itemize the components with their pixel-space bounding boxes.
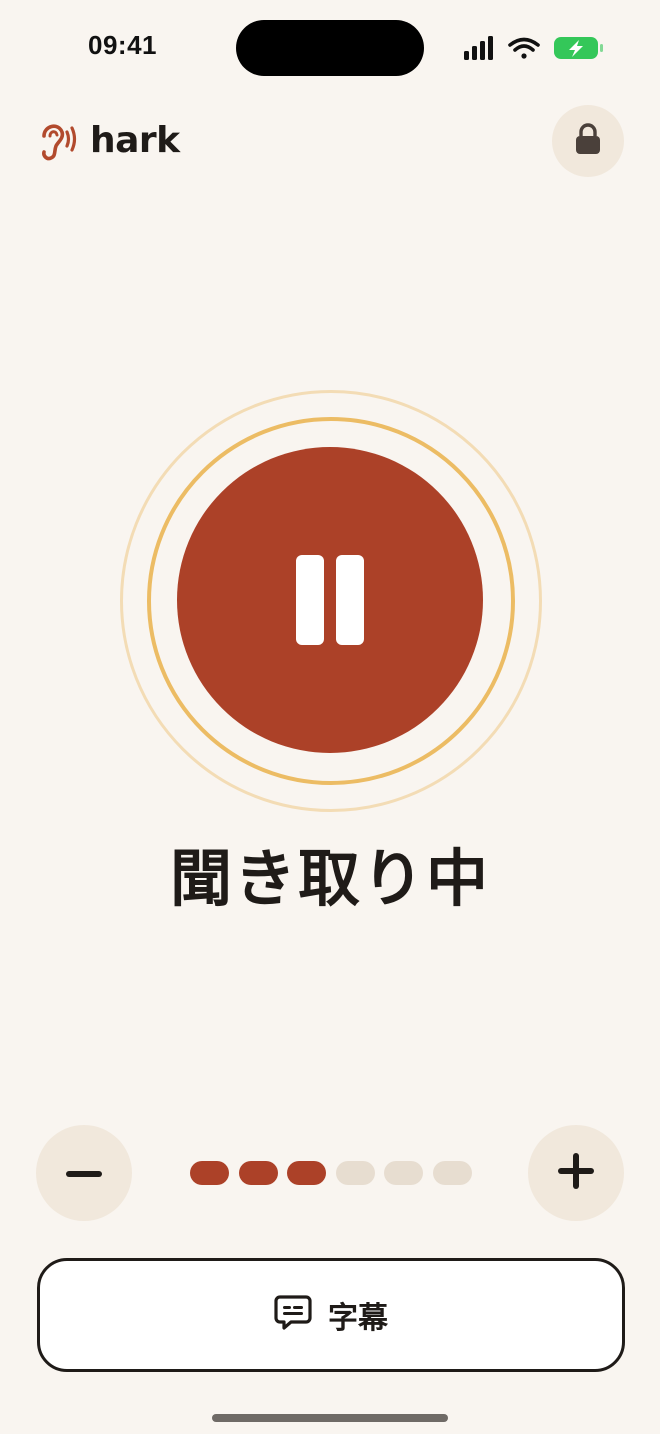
volume-up-button[interactable]: [528, 1125, 624, 1221]
volume-down-button[interactable]: [36, 1125, 132, 1221]
plus-icon: [558, 1153, 594, 1193]
battery-charging-icon: [554, 37, 603, 59]
app-name: hark: [90, 119, 180, 161]
volume-level-indicator: [190, 1161, 472, 1185]
status-time: 09:41: [88, 30, 157, 60]
listening-indicator: [120, 390, 542, 812]
lock-button[interactable]: [552, 105, 624, 177]
volume-level-segment: [335, 1161, 375, 1185]
minus-icon: [66, 1164, 102, 1183]
volume-level-segment: [384, 1161, 424, 1185]
volume-level-segment: [190, 1161, 229, 1185]
pause-bar-left: [296, 555, 324, 645]
pause-bar-right: [336, 555, 364, 645]
app-logo: hark: [38, 118, 180, 162]
volume-level-segment: [432, 1161, 472, 1185]
status-icons: [462, 34, 612, 64]
pause-button[interactable]: [177, 447, 483, 753]
home-indicator: [212, 1414, 448, 1422]
wifi-icon: [508, 37, 540, 59]
captions-label: 字幕: [328, 1301, 388, 1336]
caption-bubble-icon: [274, 1295, 312, 1335]
volume-level-segment: [287, 1161, 327, 1185]
listening-status-label: 聞き取り中: [169, 842, 490, 915]
ear-icon: [38, 118, 78, 162]
screen: 09:41 hark 聞き取り中 字幕: [0, 0, 660, 1434]
lock-icon: [575, 123, 601, 159]
dynamic-island: [236, 20, 424, 76]
captions-button[interactable]: 字幕: [37, 1258, 625, 1372]
signal-icon: [464, 36, 493, 60]
volume-level-segment: [238, 1161, 278, 1185]
pause-icon: [290, 555, 370, 645]
